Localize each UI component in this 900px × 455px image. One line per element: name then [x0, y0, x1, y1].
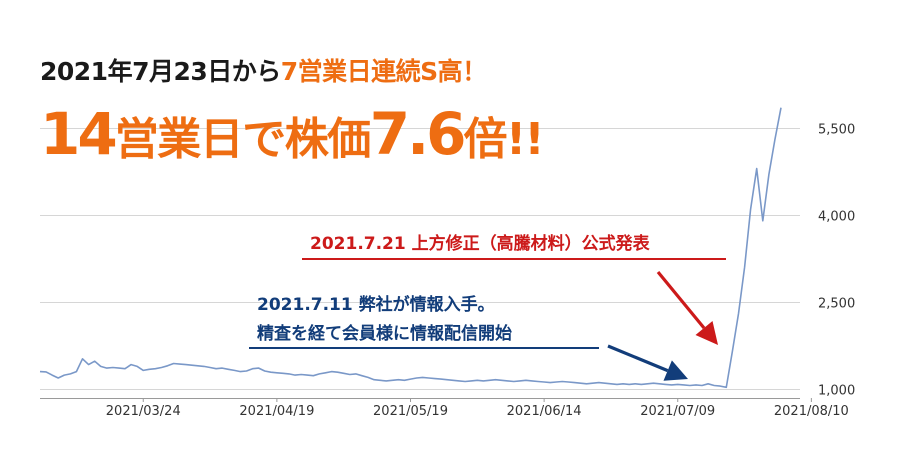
headline-date-text: 2021年7月23日から — [40, 57, 281, 86]
x-tick-label: 2021/05/19 — [373, 404, 448, 419]
headline-streak-text: 7営業日連続S高！ — [280, 57, 487, 86]
headline-days-text: 営業日で株価 — [114, 114, 372, 165]
x-tick-label: 2021/06/14 — [507, 404, 582, 419]
headline-line-1: 2021年7月23日から7営業日連続S高！ — [40, 52, 487, 88]
annotation-arrows — [607, 270, 718, 381]
x-axis-ticks: 2021/03/24 2021/04/19 2021/05/19 2021/06/14… — [106, 398, 849, 419]
y-tick-label: 4,000 — [818, 210, 855, 225]
y-axis-ticks: 1,000 2,500 4,000 5,500 — [818, 123, 855, 399]
x-tick-label: 2021/08/10 — [774, 404, 849, 419]
annotation-info-received: 2021.7.11 弊社が情報入手。 — [257, 295, 495, 315]
headline-days-number: 14 — [40, 100, 118, 168]
x-tick-label: 2021/07/09 — [640, 404, 715, 419]
disclosure-arrow — [656, 270, 718, 345]
y-tick-label: 5,500 — [818, 123, 855, 138]
x-tick-label: 2021/04/19 — [239, 404, 314, 419]
info-arrow — [607, 344, 688, 381]
annotation-info-underline — [249, 347, 599, 349]
grid-lines — [40, 128, 800, 399]
annotation-disclosure-underline — [302, 258, 726, 260]
headline-line-2: 14営業日で株価7.6倍!! — [40, 100, 545, 168]
disclosure-arrow-head — [695, 321, 718, 345]
headline-multiple-number: 7.6 — [369, 100, 467, 168]
headline-multiple-text: 倍!! — [463, 114, 544, 165]
y-tick-label: 1,000 — [818, 384, 855, 399]
y-tick-label: 2,500 — [818, 297, 855, 312]
x-tick-label: 2021/03/24 — [106, 404, 181, 419]
info-arrow-shaft — [607, 344, 669, 373]
disclosure-arrow-shaft — [656, 270, 706, 330]
annotation-info-distributed: 精査を経て会員様に情報配信開始 — [257, 324, 512, 344]
annotation-disclosure: 2021.7.21 上方修正（高騰材料）公式発表 — [310, 234, 650, 254]
